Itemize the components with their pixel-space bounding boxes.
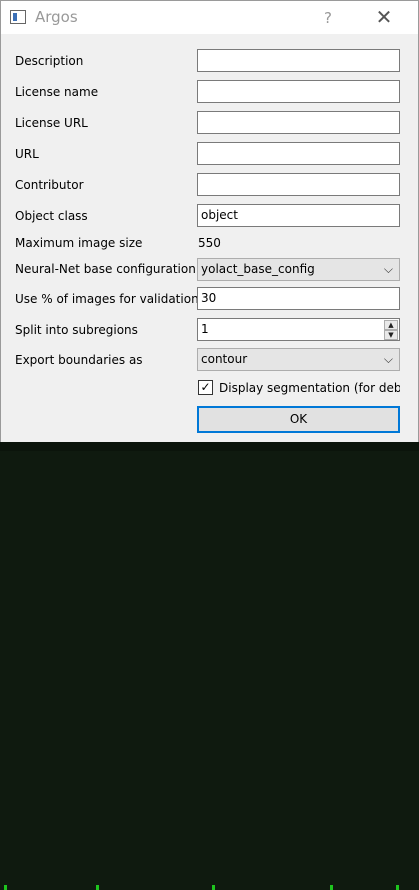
object-class-label: Object class <box>15 209 88 223</box>
background-mark <box>212 885 215 890</box>
license-name-field[interactable] <box>197 80 400 103</box>
ok-button[interactable]: OK <box>197 406 400 433</box>
background-mark <box>396 885 399 890</box>
chevron-down-icon: ⌵ <box>383 352 393 366</box>
base-config-label: Neural-Net base configuration <box>15 262 196 276</box>
contributor-label: Contributor <box>15 178 84 192</box>
background-mark <box>330 885 333 890</box>
background-window-strip <box>0 442 419 890</box>
object-class-field[interactable]: object <box>197 204 400 227</box>
checkmark-icon: ✓ <box>200 380 211 394</box>
subregions-spinbox[interactable]: 1 ▲ ▼ <box>197 318 400 341</box>
display-segmentation-label[interactable]: Display segmentation (for debugging) <box>219 381 400 395</box>
title-bar: Argos ? ✕ <box>1 1 418 34</box>
background-mark <box>96 885 99 890</box>
background-mark <box>4 885 7 890</box>
help-button[interactable]: ? <box>316 7 340 29</box>
license-name-label: License name <box>15 85 99 99</box>
license-url-label: License URL <box>15 116 88 130</box>
app-window-icon <box>10 10 26 24</box>
license-url-field[interactable] <box>197 111 400 134</box>
url-label: URL <box>15 147 39 161</box>
spin-up-icon[interactable]: ▲ <box>384 320 398 330</box>
validation-pct-label: Use % of images for validation <box>15 292 199 306</box>
base-config-selected: yolact_base_config <box>201 262 315 276</box>
url-field[interactable] <box>197 142 400 165</box>
subregions-label: Split into subregions <box>15 323 138 337</box>
dialog-window: Argos ? ✕ Description License name Licen… <box>0 0 419 443</box>
export-boundaries-label: Export boundaries as <box>15 353 143 367</box>
max-image-size-value: 550 <box>198 236 221 250</box>
export-boundaries-dropdown[interactable]: contour ⌵ <box>197 348 400 371</box>
close-button[interactable]: ✕ <box>369 5 399 29</box>
subregions-value: 1 <box>201 322 209 336</box>
validation-pct-field[interactable]: 30 <box>197 287 400 310</box>
base-config-dropdown[interactable]: yolact_base_config ⌵ <box>197 258 400 281</box>
chevron-down-icon: ⌵ <box>383 262 393 276</box>
display-segmentation-checkbox[interactable]: ✓ <box>198 380 213 395</box>
contributor-field[interactable] <box>197 173 400 196</box>
window-title: Argos <box>35 8 78 26</box>
spin-down-icon[interactable]: ▼ <box>384 330 398 340</box>
export-boundaries-selected: contour <box>201 352 248 366</box>
description-field[interactable] <box>197 49 400 72</box>
max-image-size-label: Maximum image size <box>15 236 143 250</box>
description-label: Description <box>15 54 84 68</box>
